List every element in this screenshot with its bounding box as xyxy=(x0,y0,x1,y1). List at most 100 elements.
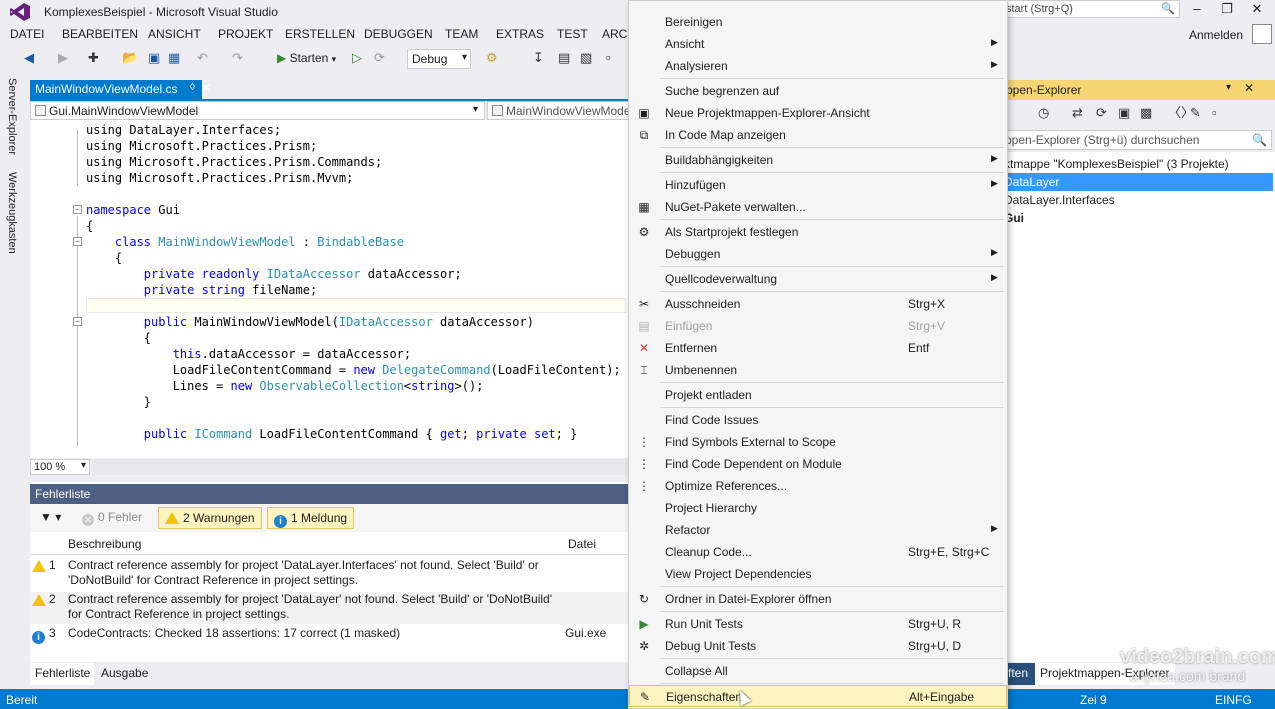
member-navigation-dropdown[interactable]: MainWindowViewModel xyxy=(487,101,630,120)
properties-icon[interactable]: ✎ xyxy=(1190,106,1201,120)
context-menu-item[interactable]: ▶ Run Unit Tests Strg+U, R xyxy=(629,613,1007,635)
forward-icon[interactable]: ▶ xyxy=(58,51,68,65)
solution-configuration-select[interactable]: Debug xyxy=(407,49,471,69)
menu-bearbeiten[interactable]: BEARBEITEN xyxy=(62,27,138,41)
context-menu-item[interactable]: ▣ Neue Projektmappen-Explorer-Ansicht xyxy=(629,102,1007,124)
context-menu-item[interactable]: View Project Dependencies xyxy=(629,563,1007,585)
menu-team[interactable]: TEAM xyxy=(445,27,478,41)
error-list-row[interactable]: 2 Contract reference assembly for project… xyxy=(30,592,630,624)
error-list-row[interactable]: 1 Contract reference assembly for project… xyxy=(30,558,630,590)
pin-icon[interactable]: ◊ xyxy=(190,82,195,93)
tree-item[interactable]: DataLayer.Interfaces xyxy=(1000,191,1273,209)
show-all-files-icon[interactable]: ▩ xyxy=(1140,106,1152,120)
more-icon[interactable]: ▫ xyxy=(1212,106,1217,120)
document-tab[interactable]: MainWindowViewModel.cs xyxy=(30,80,202,99)
collapse-all-icon[interactable]: ▣ xyxy=(1118,106,1130,120)
tab-output[interactable]: Ausgabe xyxy=(96,663,152,685)
menu-test[interactable]: TEST xyxy=(557,27,588,41)
tab-error-list[interactable]: Fehlerliste xyxy=(30,663,94,685)
context-menu-item[interactable]: Collapse All xyxy=(629,660,1007,682)
menu-ansicht[interactable]: ANSICHT xyxy=(148,27,201,41)
menu-erstellen[interactable]: ERSTELLEN xyxy=(285,27,355,41)
minimize-button[interactable]: – xyxy=(1182,0,1212,20)
refresh-icon[interactable]: ⟳ xyxy=(1096,106,1107,120)
error-list-row[interactable]: i 3 CodeContracts: Checked 18 assertions: … xyxy=(30,626,630,644)
tree-item[interactable]: Gui xyxy=(1000,209,1273,227)
server-explorer-tab[interactable]: Server-Explorer xyxy=(6,78,18,155)
context-menu-item[interactable]: Refactor ▶ xyxy=(629,519,1007,541)
tab-properties[interactable]: ften xyxy=(1005,663,1035,685)
menu-architektur[interactable]: ARCI xyxy=(602,27,631,41)
sign-in-link[interactable]: Anmelden xyxy=(1189,28,1243,42)
context-menu-item[interactable]: Debuggen ▶ xyxy=(629,243,1007,265)
warnings-filter-button[interactable]: 2 Warnungen xyxy=(158,507,262,529)
close-window-button[interactable]: ✕ xyxy=(1242,0,1272,20)
file-column-header[interactable]: Datei xyxy=(568,537,596,551)
context-menu-item[interactable]: ✂ Ausschneiden Strg+X xyxy=(629,293,1007,315)
redo-icon[interactable]: ↷ xyxy=(232,51,243,65)
type-navigation-dropdown[interactable]: Gui.MainWindowViewModel xyxy=(30,101,485,120)
context-menu-item[interactable]: ⋮ Find Code Dependent on Module xyxy=(629,453,1007,475)
context-menu-item[interactable]: Quellcodeverwaltung ▶ xyxy=(629,268,1007,290)
description-column-header[interactable]: Beschreibung xyxy=(68,537,141,551)
menu-projekt[interactable]: PROJEKT xyxy=(218,27,273,41)
context-menu-item[interactable]: ↻ Ordner in Datei-Explorer öffnen xyxy=(629,588,1007,610)
solution-search-input[interactable]: ppen-Explorer (Strg+ü) durchsuchen 🔍 xyxy=(1000,130,1272,150)
menu-extras[interactable]: EXTRAS xyxy=(496,27,544,41)
save-all-icon[interactable]: ▦ xyxy=(168,51,180,65)
context-menu-item[interactable]: Ansicht ▶ xyxy=(629,33,1007,55)
new-item-icon[interactable]: ✚ xyxy=(88,51,99,65)
tree-item[interactable]: ktmappe "KomplexesBeispiel" (3 Projekte) xyxy=(1000,155,1273,173)
undo-icon[interactable]: ↶ xyxy=(197,51,208,65)
filter-icon[interactable]: ▼ ▾ xyxy=(40,510,61,524)
context-menu-item[interactable]: Buildabhängigkeiten ▶ xyxy=(629,149,1007,171)
code-editor[interactable]: − − − using DataLayer.Interfaces; using M… xyxy=(30,120,630,458)
menu-datei[interactable]: DATEI xyxy=(10,27,44,41)
context-menu-item[interactable]: ⧉ In Code Map anzeigen xyxy=(629,124,1007,146)
errors-filter-button[interactable]: ✕ 0 Fehler xyxy=(78,507,146,529)
collapse-namespace-toggle[interactable]: − xyxy=(73,205,82,214)
back-icon[interactable]: ◀ xyxy=(24,51,34,65)
bookmark-icon[interactable]: ▧ xyxy=(580,51,592,65)
menu-debuggen[interactable]: DEBUGGEN xyxy=(364,27,433,41)
context-menu-item[interactable]: ▤ Einfügen Strg+V xyxy=(629,315,1007,337)
toolbox-tab[interactable]: Werkzeugkasten xyxy=(6,172,18,254)
quick-launch-input[interactable]: ellstart (Strg+Q) 🔍 xyxy=(990,0,1180,18)
context-menu-item[interactable]: Hinzufügen ▶ xyxy=(629,174,1007,196)
refresh-icon[interactable]: ⟳ xyxy=(374,51,385,65)
start-without-debug-icon[interactable]: ▷ xyxy=(352,51,362,65)
context-menu-item[interactable]: ▦ NuGet-Pakete verwalten... xyxy=(629,196,1007,218)
messages-filter-button[interactable]: i 1 Meldung xyxy=(267,507,355,529)
context-menu-item[interactable]: Analysieren ▶ xyxy=(629,55,1007,77)
context-menu-item[interactable]: ✲ Debug Unit Tests Strg+U, D xyxy=(629,635,1007,657)
context-menu-item[interactable]: ✎ Eigenschaften Alt+Eingabe xyxy=(629,685,1007,707)
more-tools-icon[interactable]: ▫ xyxy=(606,51,611,65)
comment-icon[interactable]: ▤ xyxy=(558,51,570,65)
switch-views-icon[interactable]: ⇄ xyxy=(1072,106,1083,120)
step-icon[interactable]: ↧ xyxy=(533,51,544,65)
tree-item[interactable]: DataLayer xyxy=(1000,173,1273,191)
context-menu-item[interactable]: ⋮ Find Symbols External to Scope xyxy=(629,431,1007,453)
horizontal-scrollbar[interactable] xyxy=(92,459,630,475)
zoom-level-select[interactable]: 100 % xyxy=(30,459,90,475)
context-menu-item[interactable]: ⋮ Optimize References... xyxy=(629,475,1007,497)
context-menu-item[interactable]: Find Code Issues xyxy=(629,409,1007,431)
close-icon[interactable]: ✕ xyxy=(201,81,211,95)
context-menu-item[interactable]: Suche begrenzen auf xyxy=(629,80,1007,102)
context-menu-item[interactable]: Project Hierarchy xyxy=(629,497,1007,519)
collapse-constructor-toggle[interactable]: − xyxy=(73,317,82,326)
find-icon[interactable]: ⚙ xyxy=(486,51,498,65)
start-debug-button[interactable]: ▶ Starten ▾ xyxy=(277,51,336,65)
open-folder-icon[interactable]: 📂 xyxy=(122,51,138,65)
context-menu-item[interactable]: Projekt entladen xyxy=(629,384,1007,406)
restore-button[interactable]: ❐ xyxy=(1212,0,1242,20)
context-menu-item[interactable]: ⚙ Als Startprojekt festlegen xyxy=(629,221,1007,243)
collapse-class-toggle[interactable]: − xyxy=(73,237,82,246)
save-icon[interactable]: ▣ xyxy=(148,51,160,65)
sync-icon[interactable]: ◷ xyxy=(1038,106,1049,120)
pin-icon[interactable]: ▾ xyxy=(1226,82,1231,93)
user-avatar[interactable] xyxy=(1252,24,1272,44)
context-menu-item[interactable]: ✕ Entfernen Entf xyxy=(629,337,1007,359)
context-menu-item[interactable]: Bereinigen xyxy=(629,11,1007,33)
context-menu-item[interactable]: ⌶ Umbenennen xyxy=(629,359,1007,381)
